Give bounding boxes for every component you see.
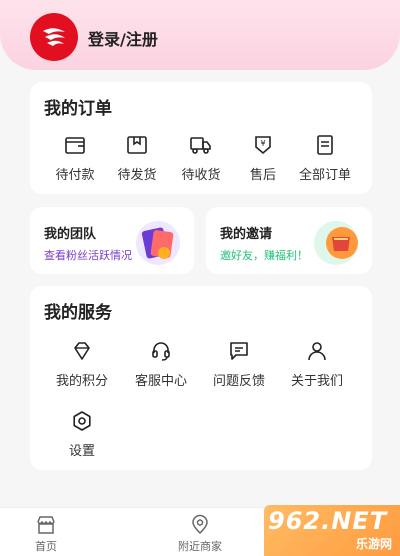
shop-icon (37, 516, 55, 534)
login-register-link[interactable]: 登录/注册 (88, 26, 158, 50)
services-card: 我的服务 我的积分 客服中心 问题反馈 关于我们 设置 (30, 286, 372, 470)
services-title: 我的服务 (44, 303, 112, 323)
service-settings[interactable]: 设置 (47, 410, 117, 459)
headset-icon (152, 342, 170, 361)
order-pending-receipt[interactable]: 待收货 (166, 134, 236, 183)
logo-icon (43, 28, 65, 46)
package-icon (127, 136, 147, 154)
service-about-us[interactable]: 关于我们 (282, 340, 352, 389)
order-item-label: 待收货 (181, 168, 221, 183)
service-item-label: 我的积分 (55, 374, 108, 389)
orders-card: 我的订单 待付款 待发货 待收货 ¥ 售后 全部订单 (30, 82, 372, 194)
order-list-icon (317, 135, 333, 155)
service-item-label: 设置 (68, 444, 95, 459)
site-watermark: 962.NET 乐游网 (264, 505, 400, 556)
refund-icon: ¥ (255, 136, 271, 155)
service-points[interactable]: 我的积分 (47, 340, 117, 389)
service-feedback[interactable]: 问题反馈 (204, 340, 274, 389)
svg-text:¥: ¥ (260, 139, 265, 148)
tab-home[interactable]: 首页 (6, 514, 86, 554)
order-item-label: 全部订单 (298, 168, 351, 183)
order-pending-payment[interactable]: 待付款 (40, 134, 110, 183)
tab-label: 附近商家 (178, 540, 222, 553)
service-item-label: 关于我们 (290, 374, 343, 389)
order-pending-shipment[interactable]: 待发货 (102, 134, 172, 183)
order-after-sale[interactable]: ¥ 售后 (228, 134, 298, 183)
service-item-label: 问题反馈 (212, 374, 265, 389)
tab-label: 首页 (35, 540, 57, 553)
my-invite-card[interactable]: 我的邀请 邀好友，赚福利！ (206, 207, 372, 274)
invite-illustration (312, 219, 360, 267)
my-team-card[interactable]: 我的团队 查看粉丝活跃情况 (30, 207, 194, 274)
watermark-main-text: 962.NET (268, 507, 388, 535)
diamond-icon (74, 342, 90, 360)
orders-title: 我的订单 (44, 99, 112, 119)
team-illustration (134, 219, 182, 267)
watermark-sub-text: 乐游网 (355, 537, 392, 551)
order-item-label: 待付款 (55, 168, 95, 183)
service-customer-center[interactable]: 客服中心 (126, 340, 196, 389)
avatar[interactable] (30, 13, 78, 61)
service-item-label: 客服中心 (134, 374, 187, 389)
team-title: 我的团队 (44, 227, 97, 242)
truck-icon (190, 137, 211, 154)
order-item-label: 售后 (249, 168, 276, 183)
wallet-icon (65, 137, 85, 154)
settings-icon (73, 411, 91, 431)
team-subtitle: 查看粉丝活跃情况 (44, 249, 132, 262)
tab-nearby-merchants[interactable]: 附近商家 (160, 514, 240, 554)
order-item-label: 待发货 (117, 168, 157, 183)
location-icon (192, 514, 208, 535)
feedback-icon (230, 342, 248, 360)
profile-header: 登录/注册 (0, 0, 400, 70)
invite-subtitle: 邀好友，赚福利！ (220, 249, 308, 262)
invite-title: 我的邀请 (220, 227, 273, 242)
user-icon (308, 342, 326, 361)
order-all[interactable]: 全部订单 (290, 134, 360, 183)
